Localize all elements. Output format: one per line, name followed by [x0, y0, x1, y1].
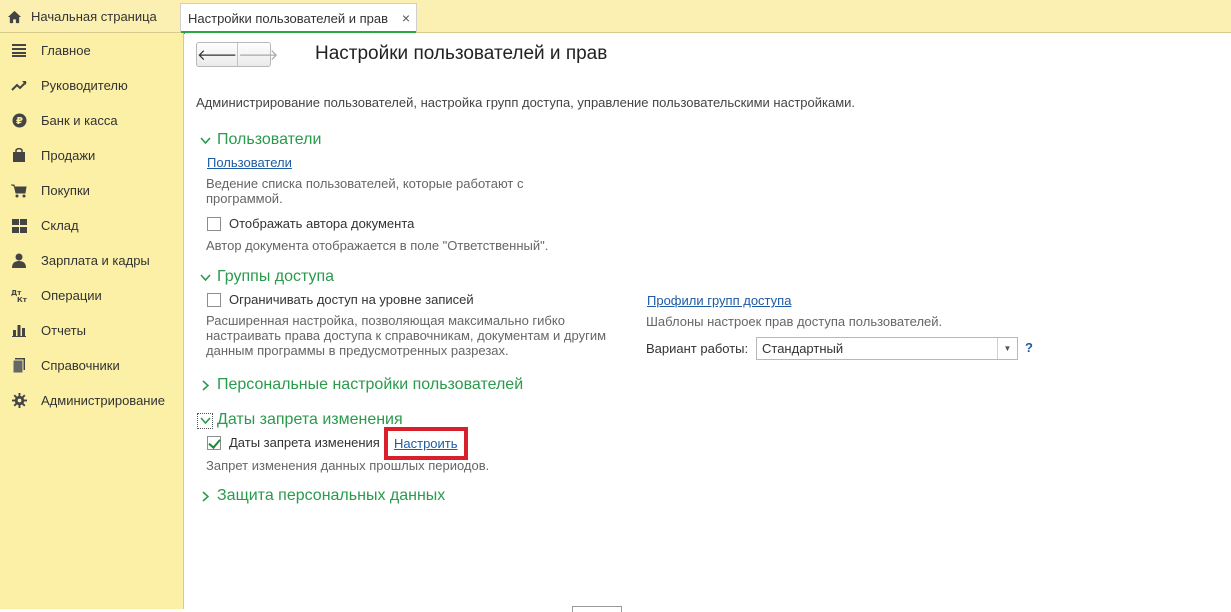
- section-personal-data-title: Защита персональных данных: [217, 487, 446, 504]
- section-personal-settings-header[interactable]: Персональные настройки пользователей: [198, 376, 523, 394]
- dates-checkbox-row[interactable]: Даты запрета изменения: [207, 435, 380, 450]
- sidebar-item-operations[interactable]: Дт Кт Операции: [0, 278, 183, 313]
- svg-text:Кт: Кт: [17, 296, 27, 303]
- restrict-access-label: Ограничивать доступ на уровне записей: [229, 292, 474, 307]
- sidebar-item-main[interactable]: Главное: [0, 33, 183, 68]
- tab-bar: Начальная страница Настройки пользовател…: [0, 0, 1231, 34]
- access-profiles-desc: Шаблоны настроек прав доступа пользовате…: [646, 314, 943, 329]
- restrict-access-desc-line3: данным программы в предусмотренных разре…: [206, 343, 509, 358]
- dates-checkbox-label: Даты запрета изменения: [229, 435, 380, 450]
- sidebar-item-label: Банк и касса: [41, 113, 118, 128]
- chevron-down-icon: [198, 136, 212, 144]
- sidebar-item-label: Покупки: [41, 183, 90, 198]
- page-subtitle: Администрирование пользователей, настрой…: [196, 95, 856, 110]
- sidebar-item-sales[interactable]: Продажи: [0, 138, 183, 173]
- home-icon: [7, 10, 22, 23]
- bar-chart-icon: [11, 323, 27, 339]
- shopping-bag-icon: [11, 148, 27, 164]
- main-content: 🡐 🡒 Настройки пользователей и прав Админ…: [185, 33, 1231, 612]
- home-tab[interactable]: Начальная страница: [0, 0, 178, 33]
- users-link-desc-line2: программой.: [206, 191, 283, 206]
- work-mode-select[interactable]: Стандартный ▼: [756, 337, 1018, 360]
- sidebar-item-reports[interactable]: Отчеты: [0, 313, 183, 348]
- restrict-access-checkbox[interactable]: [207, 292, 221, 307]
- sidebar-item-warehouse[interactable]: Склад: [0, 208, 183, 243]
- gear-icon: [11, 393, 27, 409]
- users-link-desc-line1: Ведение списка пользователей, которые ра…: [206, 176, 524, 191]
- work-mode-label: Вариант работы:: [646, 341, 749, 356]
- back-arrow-icon[interactable]: 🡐: [197, 43, 239, 66]
- sidebar-item-label: Администрирование: [41, 393, 165, 408]
- history-nav: 🡐 🡒: [196, 42, 278, 67]
- chevron-right-icon: [198, 490, 212, 502]
- sidebar-item-label: Главное: [41, 43, 91, 58]
- sidebar-item-label: Справочники: [41, 358, 120, 373]
- section-access-groups-header[interactable]: Группы доступа: [198, 268, 334, 286]
- ruble-coin-icon: ₽: [11, 113, 27, 129]
- section-users-header[interactable]: Пользователи: [198, 131, 321, 149]
- tab-user-settings-label: Настройки пользователей и прав: [188, 10, 389, 26]
- sidebar-item-references[interactable]: Справочники: [0, 348, 183, 383]
- show-author-checkbox-row[interactable]: Отображать автора документа: [207, 216, 414, 231]
- show-author-checkbox[interactable]: [207, 216, 221, 231]
- chevron-down-icon: [198, 416, 212, 424]
- forward-arrow-icon[interactable]: 🡒: [238, 43, 278, 66]
- section-users-title: Пользователи: [217, 131, 322, 148]
- dates-checkbox[interactable]: [207, 435, 221, 450]
- chevron-down-icon: [198, 273, 212, 281]
- cart-icon: [11, 183, 27, 199]
- show-author-desc: Автор документа отображается в поле "Отв…: [206, 238, 549, 253]
- tab-user-settings[interactable]: Настройки пользователей и прав ×: [180, 3, 417, 34]
- sidebar-item-label: Операции: [41, 288, 102, 303]
- close-icon[interactable]: ×: [402, 10, 410, 26]
- sidebar-item-salary[interactable]: Зарплата и кадры: [0, 243, 183, 278]
- sidebar-item-manager[interactable]: Руководителю: [0, 68, 183, 103]
- sidebar: Главное Руководителю ₽ Банк и касса Прод…: [0, 33, 184, 609]
- trend-up-icon: [11, 78, 27, 94]
- sidebar-item-bank[interactable]: ₽ Банк и касса: [0, 103, 183, 138]
- sidebar-item-label: Отчеты: [41, 323, 86, 338]
- restrict-access-checkbox-row[interactable]: Ограничивать доступ на уровне записей: [207, 292, 474, 307]
- sidebar-item-label: Продажи: [41, 148, 96, 163]
- show-author-label: Отображать автора документа: [229, 216, 415, 231]
- home-tab-label: Начальная страница: [31, 9, 157, 24]
- work-mode-value: Стандартный: [762, 341, 844, 356]
- section-personal-settings-title: Персональные настройки пользователей: [217, 376, 524, 393]
- restrict-access-desc-line2: настраивать права доступа к справочникам…: [206, 328, 607, 343]
- partial-button: [572, 606, 622, 612]
- person-icon: [11, 253, 27, 269]
- users-link[interactable]: Пользователи: [207, 155, 292, 170]
- highlight-frame: [384, 427, 468, 460]
- dt-kt-icon: Дт Кт: [11, 288, 27, 304]
- dates-desc: Запрет изменения данных прошлых периодов…: [206, 458, 490, 473]
- section-dates-header[interactable]: Даты запрета изменения: [198, 411, 403, 429]
- sidebar-item-label: Зарплата и кадры: [41, 253, 150, 268]
- page-title: Настройки пользователей и прав: [315, 43, 608, 64]
- sidebar-item-purchases[interactable]: Покупки: [0, 173, 183, 208]
- chevron-right-icon: [198, 379, 212, 391]
- menu-lines-icon: [11, 43, 27, 59]
- sidebar-item-label: Склад: [41, 218, 79, 233]
- sidebar-item-label: Руководителю: [41, 78, 128, 93]
- svg-text:₽: ₽: [16, 116, 23, 127]
- restrict-access-desc-line1: Расширенная настройка, позволяющая макси…: [206, 313, 565, 328]
- warehouse-grid-icon: [11, 218, 27, 234]
- dropdown-arrow-icon[interactable]: ▼: [997, 338, 1017, 359]
- section-dates-title: Даты запрета изменения: [217, 411, 403, 428]
- section-personal-data-header[interactable]: Защита персональных данных: [198, 487, 445, 505]
- sidebar-item-administration[interactable]: Администрирование: [0, 383, 183, 418]
- books-icon: [11, 358, 27, 374]
- access-profiles-link[interactable]: Профили групп доступа: [647, 293, 791, 308]
- help-icon[interactable]: ?: [1025, 340, 1033, 355]
- section-access-groups-title: Группы доступа: [217, 268, 335, 285]
